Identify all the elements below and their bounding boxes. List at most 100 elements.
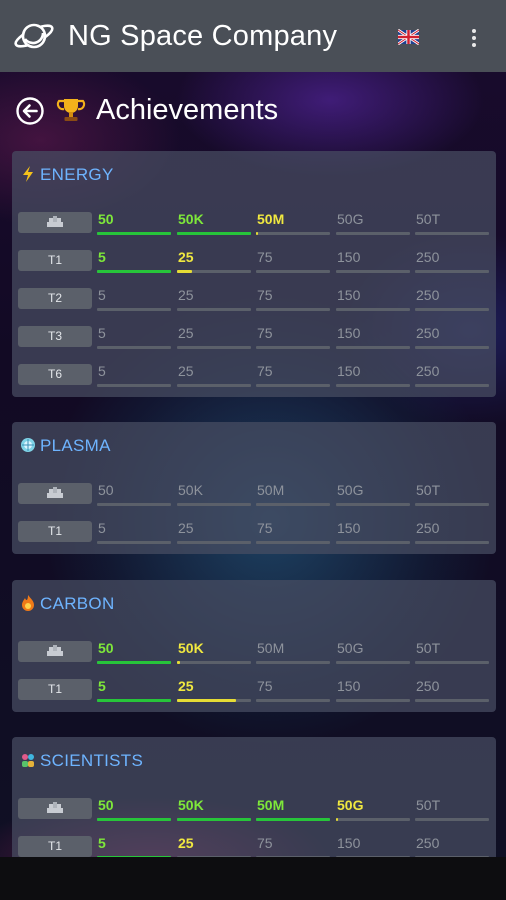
app-bar: NG Space Company	[0, 0, 506, 72]
achievement-threshold: 150	[337, 835, 361, 851]
achievement-threshold: 250	[416, 678, 440, 694]
achievement-cell: 250	[415, 323, 489, 353]
section-title: ENERGY	[40, 165, 114, 184]
progress-track	[336, 661, 410, 664]
achievement-threshold: 50	[98, 797, 114, 813]
achievement-threshold: 75	[257, 325, 273, 341]
progress-track	[177, 308, 251, 311]
achievement-cell: 25	[177, 518, 251, 548]
section-title: CARBON	[40, 594, 115, 613]
progress-track	[415, 232, 489, 235]
progress-track	[256, 346, 330, 349]
achievement-cell: 75	[256, 285, 330, 315]
progress-track	[415, 346, 489, 349]
tier-chip: T1	[18, 836, 92, 857]
achievement-cell: 75	[256, 518, 330, 548]
progress-track	[415, 661, 489, 664]
progress-track	[97, 541, 171, 544]
achievement-cell: 50T	[415, 638, 489, 668]
achievement-cell: 5	[97, 361, 171, 391]
achievement-cell: 150	[336, 323, 410, 353]
progress-track	[256, 308, 330, 311]
tier-chip: T3	[18, 326, 92, 347]
progress-track	[415, 699, 489, 702]
achievement-threshold: 5	[98, 325, 106, 341]
achievement-row: 50 50K 50M 50G 50T	[12, 638, 496, 668]
achievement-cell: 75	[256, 323, 330, 353]
achievement-threshold: 25	[178, 287, 194, 303]
tier-chip: T1	[18, 250, 92, 271]
trophy-icon	[56, 99, 86, 121]
achievement-cell: 50	[97, 638, 171, 668]
achievement-cell: 25	[177, 323, 251, 353]
section-title: PLASMA	[40, 436, 111, 455]
achievement-row: 50 50K 50M 50G 50T	[12, 209, 496, 239]
carbon-fire-icon	[22, 595, 34, 611]
achievement-threshold: 25	[178, 678, 194, 694]
achievement-cell: 50M	[256, 638, 330, 668]
progress-track	[256, 503, 330, 506]
storage-icon	[47, 644, 63, 656]
back-circle-icon[interactable]	[15, 96, 45, 126]
progress-fill	[97, 818, 171, 821]
progress-fill	[177, 661, 180, 664]
progress-track	[336, 232, 410, 235]
progress-track	[336, 541, 410, 544]
tier-chip	[18, 483, 92, 504]
uk-flag-icon[interactable]	[398, 29, 419, 45]
achievement-threshold: 75	[257, 363, 273, 379]
achievement-cell: 75	[256, 247, 330, 277]
achievement-cell: 25	[177, 361, 251, 391]
achievement-threshold: 25	[178, 363, 194, 379]
achievement-card-energy: ENERGY 50 50K 50M 50G 50T T1 5 25 75 150 250 T2 5 25 75…	[12, 151, 496, 397]
achievement-threshold: 5	[98, 835, 106, 851]
achievement-threshold: 50K	[178, 211, 204, 227]
progress-track	[415, 541, 489, 544]
achievement-cell: 150	[336, 361, 410, 391]
achievement-cell: 50G	[336, 480, 410, 510]
achievement-cell: 5	[97, 247, 171, 277]
achievement-threshold: 25	[178, 249, 194, 265]
achievement-threshold: 250	[416, 363, 440, 379]
achievement-cell: 50G	[336, 795, 410, 825]
achievement-threshold: 250	[416, 249, 440, 265]
achievement-row: T3 5 25 75 150 250	[12, 323, 496, 353]
achievement-cell: 75	[256, 676, 330, 706]
tier-chip: T1	[18, 679, 92, 700]
more-vert-icon[interactable]	[466, 26, 482, 50]
achievement-threshold: 50T	[416, 640, 441, 656]
progress-track	[415, 818, 489, 821]
achievement-threshold: 50T	[416, 211, 441, 227]
progress-track	[256, 661, 330, 664]
progress-fill	[97, 699, 171, 702]
achievement-threshold: 50G	[337, 797, 364, 813]
progress-track	[256, 270, 330, 273]
progress-fill	[177, 270, 192, 273]
lightning-icon	[23, 166, 33, 182]
achievement-threshold: 150	[337, 249, 361, 265]
tier-chip	[18, 798, 92, 819]
progress-track	[97, 232, 171, 235]
progress-track	[177, 699, 251, 702]
achievement-threshold: 5	[98, 520, 106, 536]
achievement-cell: 50	[97, 480, 171, 510]
achievement-row: T1 5 25 75 150 250	[12, 676, 496, 706]
achievement-threshold: 50	[98, 211, 114, 227]
achievement-cell: 50M	[256, 480, 330, 510]
achievement-cell: 50K	[177, 209, 251, 239]
achievement-cell: 50G	[336, 638, 410, 668]
achievement-cell: 50K	[177, 480, 251, 510]
tier-chip: T2	[18, 288, 92, 309]
progress-track	[177, 503, 251, 506]
achievement-threshold: 50K	[178, 482, 203, 498]
achievement-threshold: 50G	[337, 640, 364, 656]
achievement-row: T1 5 25 75 150 250	[12, 518, 496, 548]
achievement-cell: 50M	[256, 209, 330, 239]
achievement-cell: 250	[415, 676, 489, 706]
achievement-threshold: 50M	[257, 211, 285, 227]
progress-fill	[97, 661, 171, 664]
achievement-threshold: 50K	[178, 640, 204, 656]
progress-track	[97, 270, 171, 273]
achievement-row: T6 5 25 75 150 250	[12, 361, 496, 391]
achievement-threshold: 50M	[257, 640, 285, 656]
